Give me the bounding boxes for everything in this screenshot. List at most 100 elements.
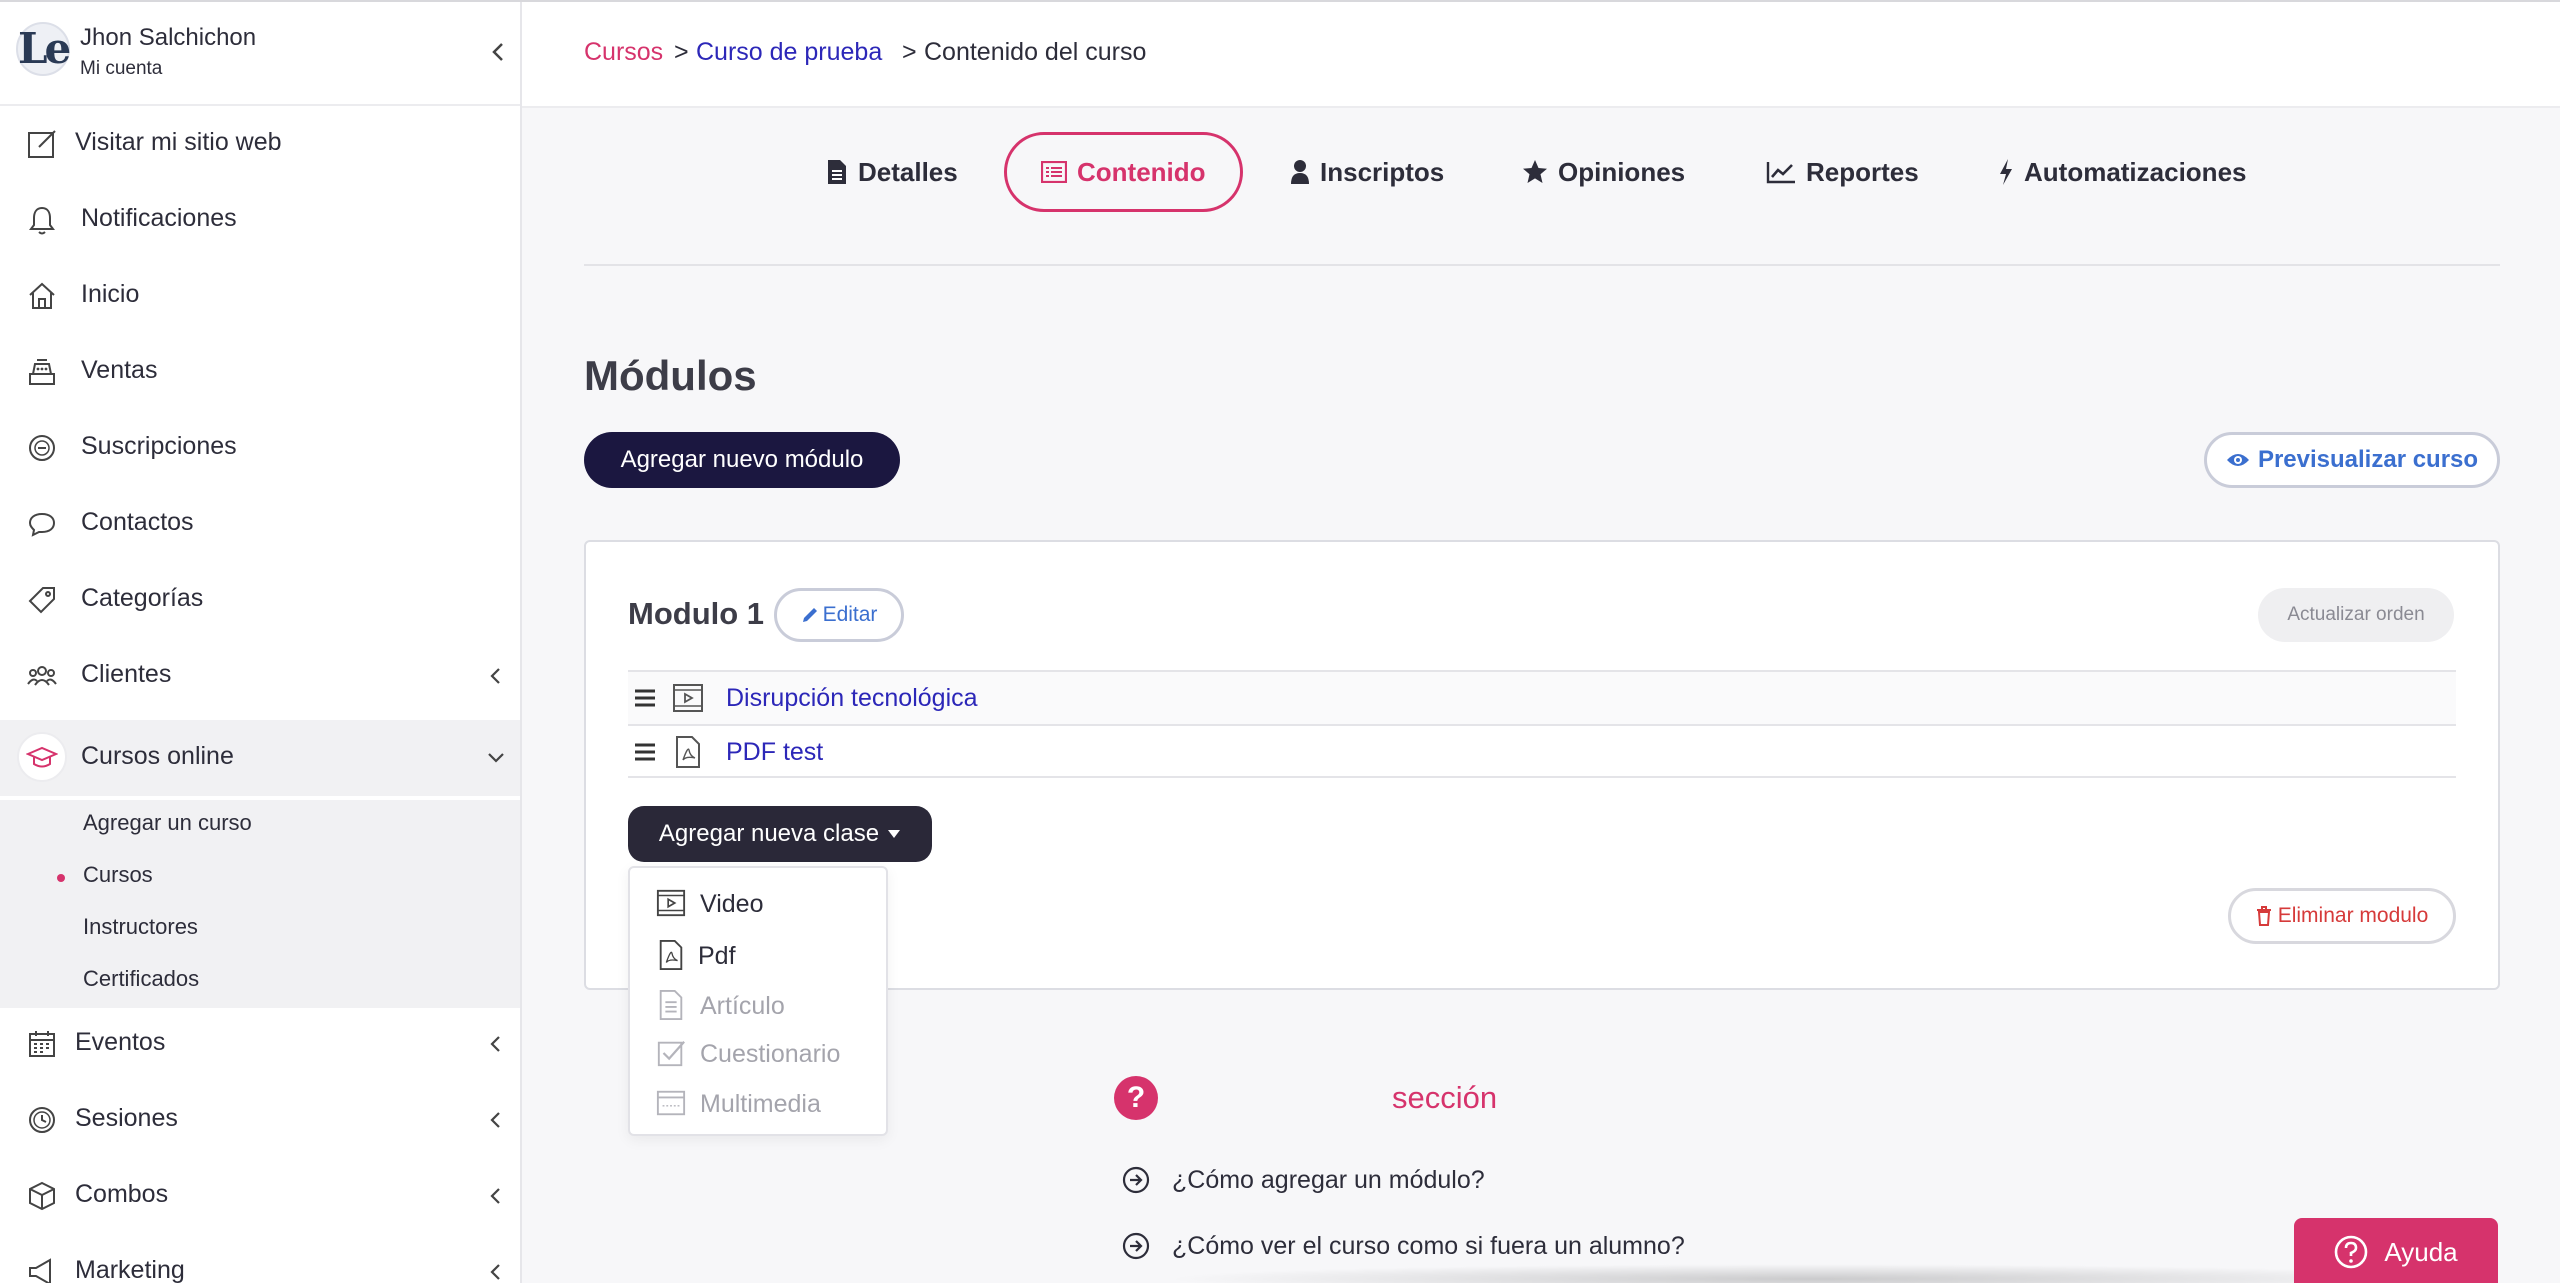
submenu-item-agregar-curso[interactable]: Agregar un curso: [83, 810, 252, 836]
edit-label: Editar: [822, 603, 878, 626]
sidebar-item-contactos[interactable]: Contactos: [0, 486, 520, 562]
drag-handle-icon[interactable]: [634, 688, 656, 708]
sidebar-item-ventas[interactable]: Ventas: [0, 334, 520, 410]
video-file-icon: [656, 889, 686, 917]
submenu-item-instructores[interactable]: Instructores: [83, 914, 198, 940]
faq-item[interactable]: ¿Cómo agregar un módulo?: [1122, 1160, 1485, 1200]
list-alt-icon: [1041, 161, 1067, 183]
sidebar-item-notificaciones[interactable]: Notificaciones: [0, 182, 520, 258]
user-icon: [1291, 160, 1309, 184]
document-icon: [659, 990, 683, 1020]
breadcrumb: Cursos > Curso de prueba > Contenido del…: [522, 2, 2560, 108]
divider: [584, 264, 2500, 266]
graduation-cap-icon: [26, 746, 58, 768]
sidebar-item-label: Categorías: [81, 584, 204, 612]
sidebar-item-visitar-sitio[interactable]: Visitar mi sitio web: [0, 106, 520, 182]
faq-question: ¿Cómo ver el curso como si fuera un alum…: [1172, 1231, 1685, 1260]
sidebar-item-cursos-online[interactable]: Cursos online: [0, 720, 520, 796]
external-edit-icon: [28, 130, 56, 158]
sidebar-item-label: Inicio: [81, 280, 140, 308]
list-item[interactable]: Disrupción tecnológica: [628, 670, 2456, 724]
user-name: Jhon Salchichon: [80, 24, 257, 51]
submenu-item-certificados[interactable]: Certificados: [83, 966, 199, 992]
sidebar-item-sesiones[interactable]: Sesiones: [0, 1082, 520, 1158]
sidebar-item-label: Cursos online: [81, 742, 234, 770]
drag-handle-icon[interactable]: [634, 742, 656, 762]
breadcrumb-curso-de-prueba[interactable]: Curso de prueba: [696, 38, 882, 67]
add-module-button[interactable]: Agregar nuevo módulo: [584, 432, 900, 488]
collapse-sidebar-icon[interactable]: [488, 40, 508, 64]
menu-item-multimedia: Multimedia: [630, 1078, 886, 1126]
tab-contenido[interactable]: Contenido: [1004, 132, 1243, 212]
breadcrumb-separator: >: [902, 38, 917, 66]
delete-module-button[interactable]: Eliminar modulo: [2228, 888, 2456, 944]
sidebar-item-suscripciones[interactable]: Suscripciones: [0, 410, 520, 486]
tab-detalles[interactable]: Detalles: [826, 132, 958, 212]
menu-item-pdf[interactable]: Pdf: [630, 930, 886, 978]
delete-label: Eliminar modulo: [2277, 904, 2429, 927]
chevron-left-icon: [490, 668, 500, 684]
tab-label: Automatizaciones: [2024, 156, 2247, 187]
sidebar-item-inicio[interactable]: Inicio: [0, 258, 520, 334]
subscription-icon: [29, 435, 55, 461]
pdf-file-icon: [659, 940, 683, 970]
lesson-name[interactable]: PDF test: [726, 738, 823, 767]
chevron-down-icon: [488, 753, 504, 763]
footer-shadow: [1162, 1264, 2462, 1283]
calendar-icon: [29, 1031, 55, 1057]
users-icon: [27, 666, 57, 686]
sidebar-item-label: Clientes: [81, 660, 172, 688]
sidebar-item-clientes[interactable]: Clientes: [0, 638, 520, 714]
caret-down-icon: [888, 830, 901, 838]
chevron-left-icon: [490, 1188, 500, 1204]
update-order-button[interactable]: Actualizar orden: [2258, 588, 2454, 642]
sidebar-item-label: Ventas: [81, 356, 158, 384]
sidebar-item-marketing[interactable]: Marketing: [0, 1234, 520, 1283]
faq-item[interactable]: ¿Cómo ver el curso como si fuera un alum…: [1122, 1226, 1685, 1266]
breadcrumb-current: Contenido del curso: [924, 38, 1147, 66]
arrow-circle-right-icon: [1122, 1166, 1150, 1194]
faq-question: ¿Cómo agregar un módulo?: [1172, 1165, 1485, 1194]
breadcrumb-cursos[interactable]: Cursos: [584, 38, 663, 67]
trash-icon: [2256, 906, 2271, 926]
tab-opiniones[interactable]: Opiniones: [1522, 132, 1685, 212]
submenu-cursos: [0, 800, 520, 1008]
breadcrumb-separator: >: [674, 38, 689, 66]
preview-course-button[interactable]: Previsualizar curso: [2204, 432, 2500, 488]
sidebar-item-label: Marketing: [75, 1256, 185, 1283]
tab-label: Reportes: [1806, 156, 1919, 187]
help-button[interactable]: Ayuda: [2294, 1218, 2498, 1283]
eye-icon: [2226, 454, 2249, 466]
submenu-item-cursos[interactable]: Cursos: [83, 862, 153, 888]
sidebar-item-label: Eventos: [75, 1028, 166, 1056]
chat-bubble-icon: [28, 512, 56, 537]
sidebar-item-categorias[interactable]: Categorías: [0, 562, 520, 638]
pencil-icon: [802, 608, 817, 622]
arrow-circle-right-icon: [1122, 1232, 1150, 1260]
question-circle-icon: [2335, 1235, 2368, 1269]
web-window-icon: [656, 1090, 686, 1116]
tab-reportes[interactable]: Reportes: [1766, 132, 1919, 212]
add-class-button[interactable]: Agregar nueva clase: [628, 806, 932, 862]
pdf-file-icon: [676, 736, 700, 768]
page-title: Módulos: [584, 352, 757, 399]
sidebar-item-combos[interactable]: Combos: [0, 1158, 520, 1234]
sidebar-item-label: Visitar mi sitio web: [75, 128, 282, 156]
menu-item-cuestionario: Cuestionario: [630, 1028, 886, 1076]
menu-item-video[interactable]: Video: [630, 878, 886, 926]
chevron-left-icon: [490, 1112, 500, 1128]
line-chart-icon: [1766, 162, 1795, 184]
list-item[interactable]: PDF test: [628, 724, 2456, 778]
user-account[interactable]: Le Jhon Salchichon Mi cuenta: [0, 2, 520, 106]
sidebar-item-eventos[interactable]: Eventos: [0, 1006, 520, 1082]
sidebar-item-label: Combos: [75, 1180, 169, 1208]
edit-module-button[interactable]: Editar: [774, 588, 904, 642]
help-button-label: Ayuda: [2384, 1236, 2458, 1267]
tab-automatizaciones[interactable]: Automatizaciones: [1998, 132, 2247, 212]
sidebar-item-label: Notificaciones: [81, 204, 237, 232]
add-class-dropdown-menu: Video Pdf Artículo Cuestionario Multimed…: [628, 866, 888, 1136]
sidebar-item-label: Sesiones: [75, 1104, 178, 1132]
tab-inscriptos[interactable]: Inscriptos: [1290, 132, 1444, 212]
home-icon: [29, 282, 55, 309]
lesson-name[interactable]: Disrupción tecnológica: [726, 684, 978, 713]
